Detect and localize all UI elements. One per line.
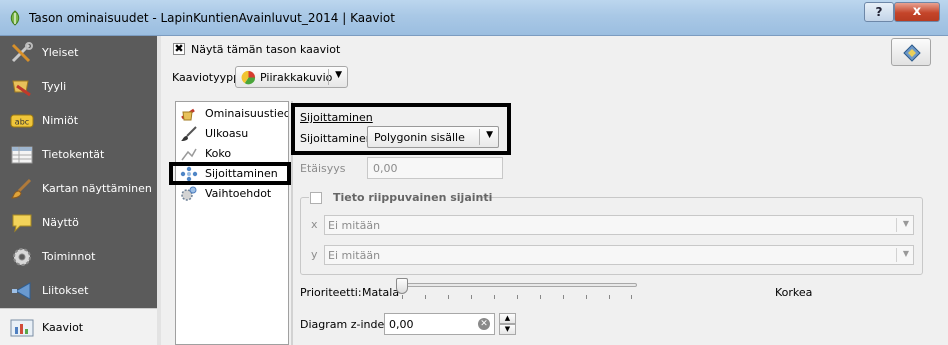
y-label: y <box>311 248 318 261</box>
diagram-settings-list: Ominaisuustiedot Ulkoasu Koko Sijoitta <box>175 101 289 345</box>
sidebar-item-label: Yleiset <box>42 46 79 59</box>
zindex-increment-button[interactable]: ▲ <box>499 313 516 324</box>
x-label: x <box>311 218 318 231</box>
style-manager-button[interactable] <box>891 38 931 66</box>
sidebar-item-toiminnot[interactable]: Toiminnot <box>0 240 157 274</box>
priority-high-label: Korkea <box>775 286 813 299</box>
priority-slider-track[interactable] <box>399 283 637 287</box>
brush-icon <box>10 178 32 199</box>
list-item-label: Ulkoasu <box>205 127 249 140</box>
window-title: Tason ominaisuudet - LapinKuntienAvainlu… <box>29 11 395 25</box>
checkmark-icon: ✖ <box>174 42 184 55</box>
style-manager-icon <box>903 44 921 62</box>
sidebar-item-label: Näyttö <box>42 216 79 229</box>
show-diagrams-label: Näytä tämän tason kaaviot <box>191 43 341 56</box>
placement-panel: Sijoittaminen Sijoittaminen Polygonin si… <box>291 101 948 345</box>
clear-icon[interactable]: ✕ <box>478 318 490 330</box>
brush-icon <box>181 126 197 141</box>
sidebar-item-label: Tietokentät <box>42 148 105 161</box>
sidebar-item-tietokentat[interactable]: Tietokentät <box>0 138 157 172</box>
list-item-label: Koko <box>205 147 232 160</box>
list-item-ominaisuustiedot[interactable]: Ominaisuustiedot <box>176 104 288 124</box>
sidebar-item-yleiset[interactable]: Yleiset <box>0 36 157 70</box>
data-defined-placement-group: Tieto riippuvainen sijainti x Ei mitään … <box>300 190 923 275</box>
pie-chart-icon <box>241 70 256 85</box>
close-icon: x <box>912 4 922 19</box>
help-label: ? <box>875 5 883 19</box>
priority-label: Prioriteetti: <box>300 286 362 299</box>
chevron-down-icon: ▼ <box>902 219 909 228</box>
title-bar: Tason ominaisuudet - LapinKuntienAvainlu… <box>0 0 948 36</box>
chevron-down-icon: ▼ <box>504 325 511 333</box>
distance-value: 0,00 <box>373 162 398 175</box>
main-panel: ✖ Näytä tämän tason kaaviot Kaaviotyyppi… <box>161 36 948 345</box>
data-defined-checkbox[interactable] <box>310 192 322 204</box>
sidebar-item-tyyli[interactable]: Tyyli <box>0 70 157 104</box>
sidebar-item-kartan-nayttaminen[interactable]: Kartan näyttäminen <box>0 172 157 206</box>
svg-text:abc: abc <box>15 118 29 127</box>
sidebar-item-label: Tyyli <box>42 80 67 93</box>
size-icon <box>181 148 197 161</box>
list-item-vaihtoehdot[interactable]: Vaihtoehdot <box>176 184 288 204</box>
sidebar-item-label: Toiminnot <box>42 250 96 263</box>
priority-slider-ticks <box>402 295 632 299</box>
x-field-value: Ei mitään <box>328 219 381 232</box>
diagram-type-value: Piirakkakuvio <box>260 71 333 84</box>
diagram-icon <box>10 319 34 337</box>
sidebar-item-kaaviot[interactable]: Kaaviot <box>0 308 157 345</box>
sidebar-item-label: Kaaviot <box>42 321 84 334</box>
qgis-app-icon <box>10 10 20 26</box>
speech-bubble-icon <box>12 214 32 233</box>
list-item-label: Ominaisuustiedot <box>205 107 288 120</box>
help-button[interactable]: ? <box>864 2 894 22</box>
list-item-label: Vaihtoehdot <box>205 187 272 200</box>
zindex-value: 0,00 <box>389 318 414 331</box>
data-defined-title: Tieto riippuvainen sijainti <box>333 191 493 204</box>
list-item-koko[interactable]: Koko <box>176 144 288 164</box>
sidebar-item-label: Nimiöt <box>42 114 79 127</box>
chevron-up-icon: ▲ <box>504 314 511 322</box>
priority-low-label: Matala <box>362 286 400 299</box>
sidebar: Yleiset Tyyli abc Nimiöt Tietokentät Kar… <box>0 36 157 345</box>
sidebar-item-label: Liitokset <box>42 284 89 297</box>
options-gear-icon <box>181 186 197 201</box>
sijoittaminen-highlight-box <box>169 162 291 185</box>
diagram-type-label: Kaaviotyyppi <box>172 71 244 84</box>
paint-icon <box>12 80 31 97</box>
combo-separator <box>896 218 897 232</box>
combo-separator <box>896 248 897 262</box>
chevron-down-icon: ▼ <box>902 249 909 258</box>
distance-input[interactable]: 0,00 <box>367 157 503 179</box>
attributes-icon <box>181 108 195 121</box>
sidebar-item-nimiot[interactable]: abc Nimiöt <box>0 104 157 138</box>
chevron-down-icon: ▼ <box>335 70 342 80</box>
list-item-ulkoasu[interactable]: Ulkoasu <box>176 124 288 144</box>
tools-icon <box>11 42 33 63</box>
diagram-type-select[interactable]: Piirakkakuvio ▼ <box>235 66 348 88</box>
sidebar-item-label: Kartan näyttäminen <box>42 182 152 195</box>
abc-label-icon: abc <box>10 114 34 128</box>
join-arrow-icon <box>12 282 31 300</box>
y-field-value: Ei mitään <box>328 249 381 262</box>
placement-highlight-box <box>291 103 511 155</box>
distance-label: Etäisyys <box>300 162 346 175</box>
zindex-decrement-button[interactable]: ▼ <box>499 324 516 335</box>
zindex-label: Diagram z-index <box>300 318 391 331</box>
show-diagrams-checkbox[interactable]: ✖ <box>173 43 185 55</box>
close-button[interactable]: x <box>894 2 940 22</box>
y-field-select[interactable]: Ei mitään ▼ <box>324 245 914 265</box>
priority-slider-handle[interactable] <box>396 278 408 294</box>
combo-separator <box>328 69 329 85</box>
zindex-input[interactable]: 0,00 ✕ <box>384 313 495 335</box>
table-icon <box>11 146 33 164</box>
x-field-select[interactable]: Ei mitään ▼ <box>324 215 914 235</box>
sidebar-item-liitokset[interactable]: Liitokset <box>0 274 157 308</box>
gear-icon <box>13 248 31 266</box>
sidebar-item-naytto[interactable]: Näyttö <box>0 206 157 240</box>
